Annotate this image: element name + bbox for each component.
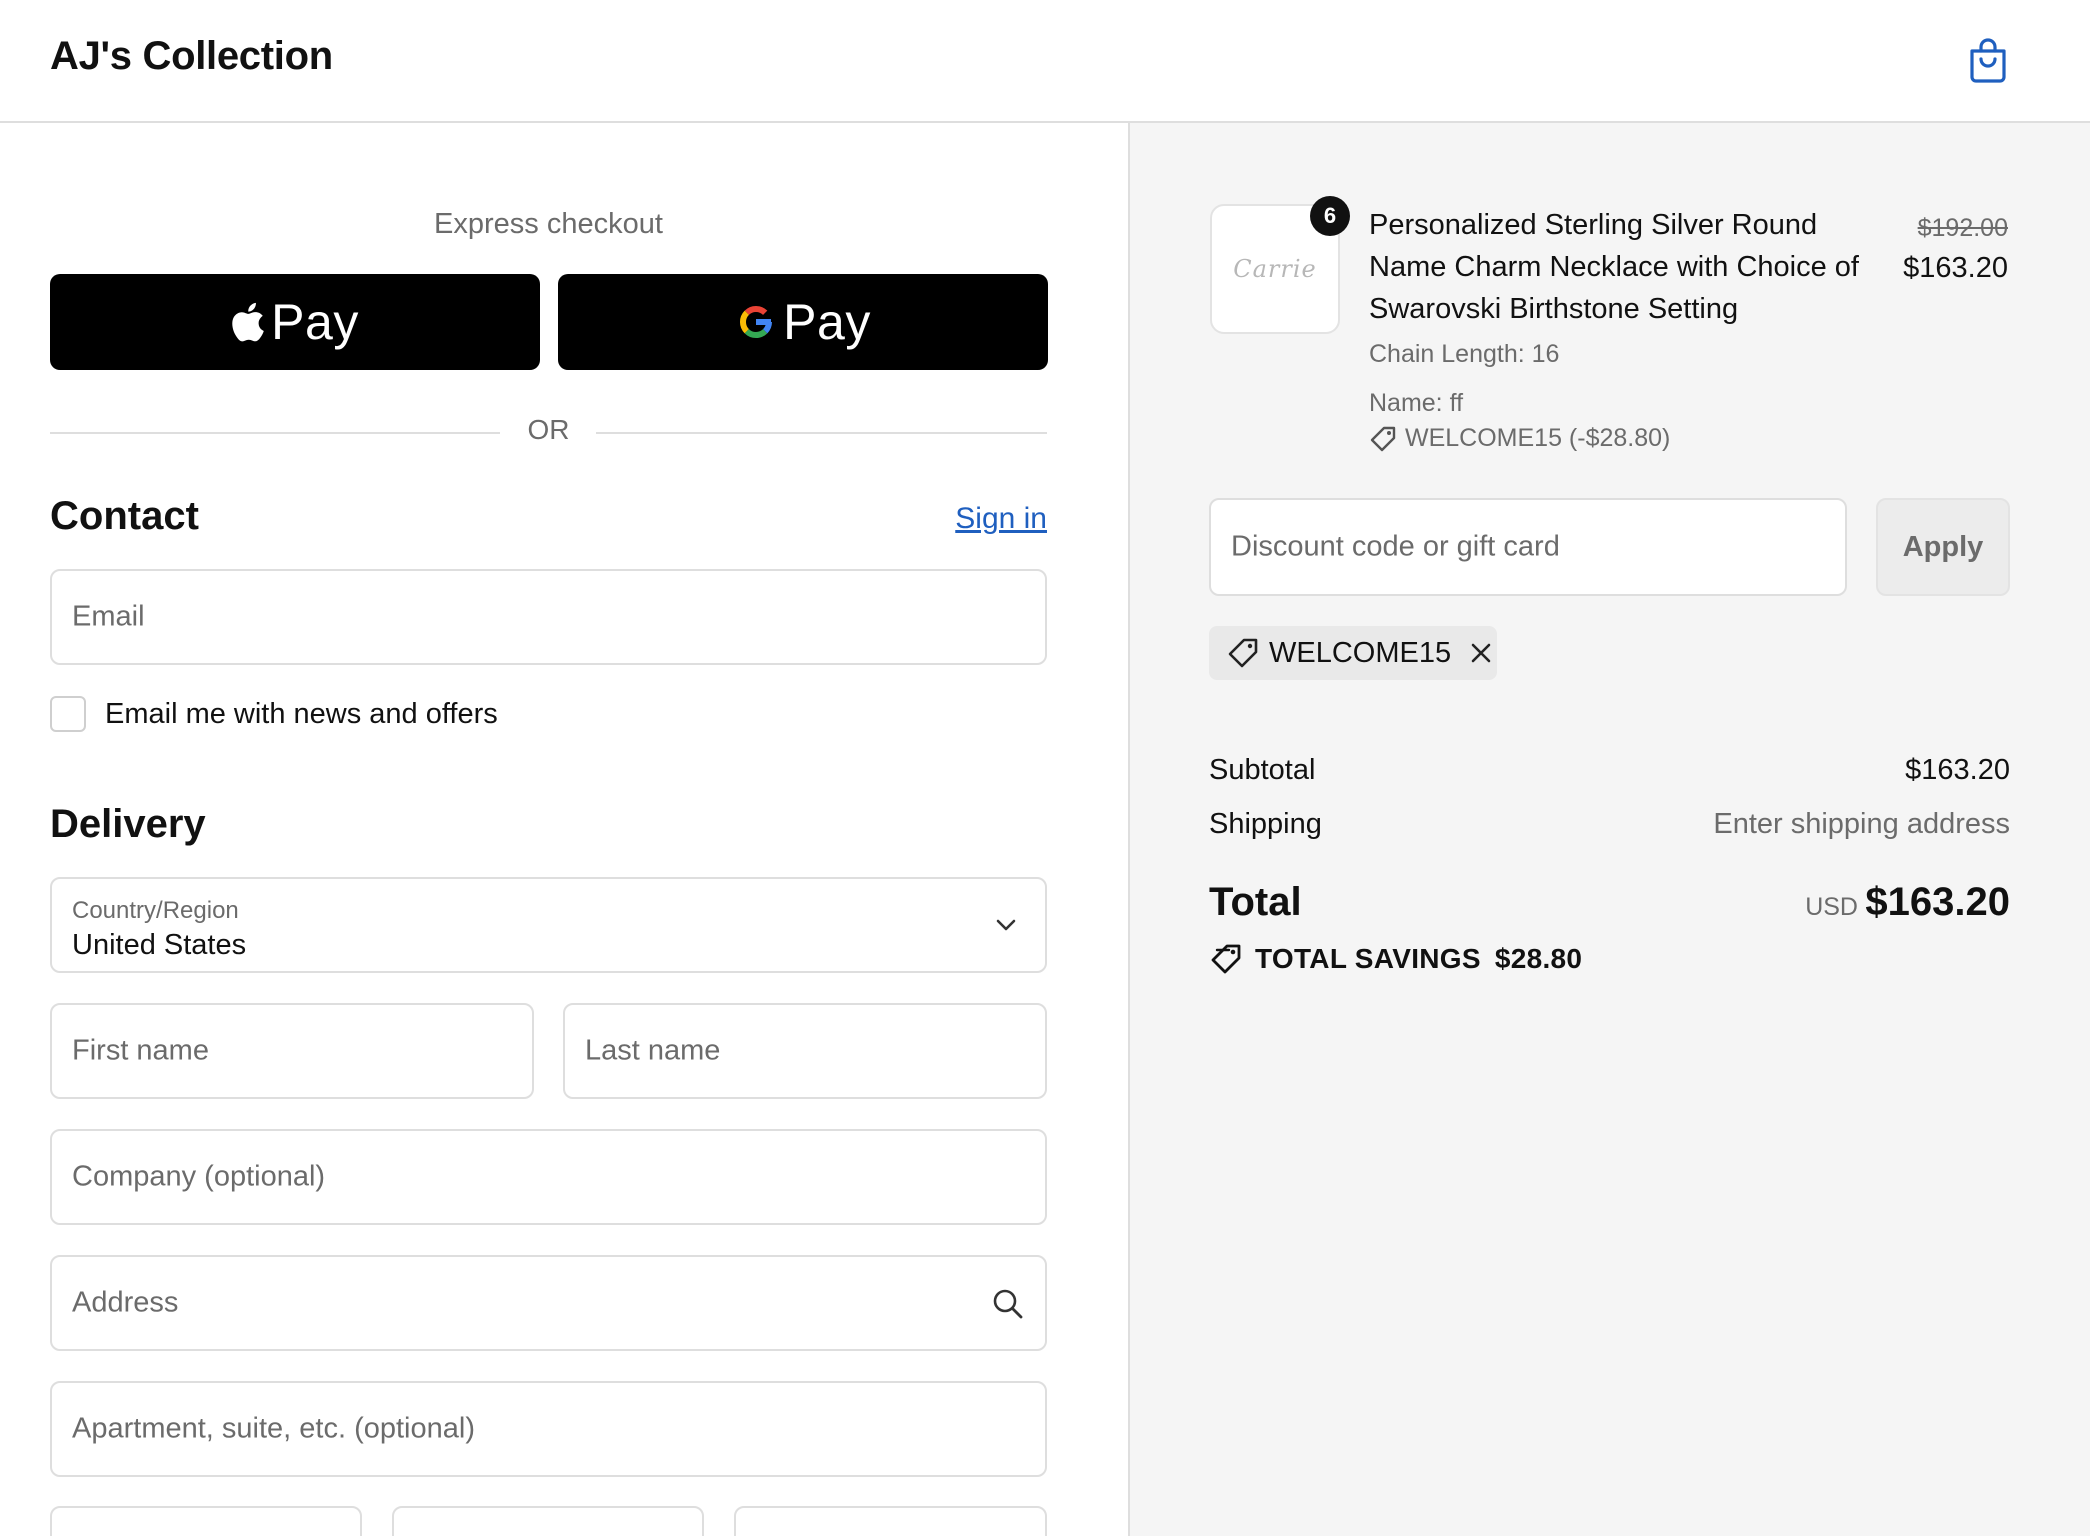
applied-code-text: WELCOME15 — [1269, 636, 1452, 669]
discount-code-input[interactable]: Discount code or gift card — [1209, 498, 1847, 596]
or-separator: OR — [50, 412, 1047, 452]
product-name: Personalized Sterling Silver Round Name … — [1369, 209, 1859, 325]
line-discount: WELCOME15 (-$28.80) — [1369, 424, 1670, 453]
savings-label: TOTAL SAVINGS — [1255, 943, 1481, 974]
last-name-placeholder: Last name — [585, 1034, 721, 1067]
email-field[interactable]: Email — [50, 569, 1047, 665]
subtotal-label: Subtotal — [1209, 754, 1316, 786]
total-savings: TOTAL SAVINGS $28.80 — [1209, 942, 1582, 976]
or-label: OR — [527, 414, 570, 445]
total-currency: USD — [1805, 893, 1858, 921]
google-pay-button[interactable]: Pay — [558, 274, 1048, 370]
country-select[interactable]: Country/Region United States — [50, 877, 1047, 973]
zip-field[interactable] — [734, 1506, 1047, 1536]
discount-placeholder: Discount code or gift card — [1231, 530, 1560, 563]
google-g-icon — [740, 305, 773, 338]
store-name[interactable]: AJ's Collection — [50, 34, 333, 79]
total-value: $163.20 — [1865, 880, 2010, 924]
first-name-placeholder: First name — [72, 1034, 209, 1067]
apartment-field[interactable]: Apartment, suite, etc. (optional) — [50, 1381, 1047, 1477]
contact-title: Contact — [50, 494, 199, 538]
total-label: Total — [1209, 880, 1302, 924]
search-icon[interactable] — [991, 1287, 1025, 1321]
sign-in-link[interactable]: Sign in — [900, 502, 1047, 536]
cart-button[interactable] — [1962, 34, 2014, 86]
site-header: AJ's Collection — [0, 0, 2090, 123]
close-icon — [1471, 643, 1491, 663]
quantity-badge: 6 — [1310, 196, 1350, 236]
newsletter-checkbox[interactable] — [50, 696, 86, 732]
apple-logo-icon — [232, 302, 264, 342]
original-price: $192.00 — [1917, 214, 2008, 242]
country-value: United States — [72, 929, 247, 961]
shipping-value: Enter shipping address — [1713, 808, 2010, 840]
item-price: $163.20 — [1903, 252, 2008, 284]
first-name-field[interactable]: First name — [50, 1003, 534, 1099]
applied-code-chip: WELCOME15 — [1209, 626, 1497, 680]
apartment-placeholder: Apartment, suite, etc. (optional) — [72, 1412, 475, 1445]
address-placeholder: Address — [72, 1286, 179, 1319]
line-discount-text: WELCOME15 (-$28.80) — [1405, 424, 1671, 452]
apple-pay-label: Pay — [271, 294, 359, 350]
thumbnail-text: Carrie — [1233, 255, 1317, 283]
email-placeholder: Email — [72, 600, 145, 633]
tag-icon — [1370, 426, 1396, 451]
savings-tag-icon — [1211, 944, 1241, 974]
tag-icon — [1228, 638, 1258, 668]
delivery-title: Delivery — [50, 802, 206, 846]
company-field[interactable]: Company (optional) — [50, 1129, 1047, 1225]
shopping-bag-icon — [1970, 38, 2006, 83]
variant-chain-length: Chain Length: 16 — [1369, 340, 1560, 368]
state-field[interactable] — [392, 1506, 704, 1536]
express-checkout-title: Express checkout — [434, 208, 663, 240]
city-field[interactable] — [50, 1506, 362, 1536]
last-name-field[interactable]: Last name — [563, 1003, 1047, 1099]
company-placeholder: Company (optional) — [72, 1160, 326, 1193]
remove-code-button[interactable] — [1469, 641, 1493, 665]
newsletter-label[interactable]: Email me with news and offers — [105, 698, 498, 731]
variant-custom-name: Name: ff — [1369, 389, 1464, 417]
chevron-down-icon — [996, 919, 1016, 931]
subtotal-value: $163.20 — [1905, 754, 2010, 786]
savings-value: $28.80 — [1494, 943, 1583, 974]
apply-button[interactable]: Apply — [1876, 498, 2010, 596]
apple-pay-button[interactable]: Pay — [50, 274, 540, 370]
google-pay-label: Pay — [783, 294, 871, 350]
address-field[interactable]: Address — [50, 1255, 1047, 1351]
country-label: Country/Region — [72, 897, 239, 924]
shipping-label: Shipping — [1209, 808, 1322, 840]
